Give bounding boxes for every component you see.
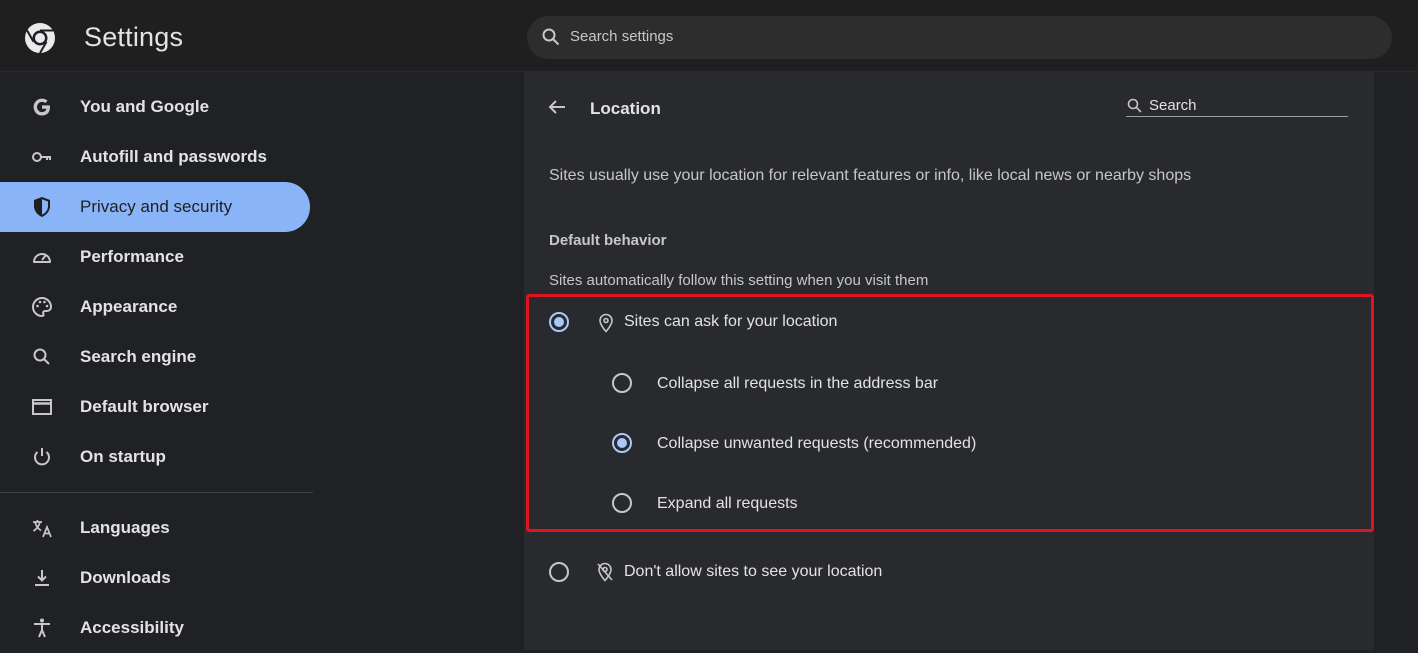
option-label-sites-can-ask: Sites can ask for your location bbox=[624, 313, 838, 330]
sidebar-item-performance[interactable]: Performance bbox=[0, 232, 310, 282]
location-off-icon bbox=[597, 562, 613, 582]
radio-expand-all[interactable] bbox=[612, 493, 632, 513]
sidebar-divider bbox=[0, 492, 313, 493]
back-arrow-icon[interactable] bbox=[546, 96, 568, 118]
sidebar-item-label: Accessibility bbox=[80, 618, 184, 637]
accessibility-icon bbox=[34, 618, 50, 638]
sidebar-item-label: Default browser bbox=[80, 397, 209, 416]
page-title: Location bbox=[590, 99, 661, 118]
key-icon bbox=[32, 152, 51, 162]
sidebar-item-label: Languages bbox=[80, 518, 170, 537]
location-pin-icon bbox=[599, 313, 613, 333]
option-label-dont-allow: Don't allow sites to see your location bbox=[624, 563, 883, 580]
google-icon bbox=[33, 98, 50, 116]
default-behavior-heading: Default behavior bbox=[549, 232, 667, 249]
sidebar-item-default-browser[interactable]: Default browser bbox=[0, 382, 310, 432]
search-placeholder: Search settings bbox=[570, 28, 674, 45]
sidebar-item-privacy-security[interactable]: Privacy and security bbox=[0, 182, 310, 232]
sidebar-item-downloads[interactable]: Downloads bbox=[0, 553, 310, 603]
sidebar-item-label: On startup bbox=[80, 447, 166, 466]
sidebar-item-label: Search engine bbox=[80, 347, 197, 366]
sidebar-item-appearance[interactable]: Appearance bbox=[0, 282, 310, 332]
sidebar-item-label: Autofill and passwords bbox=[80, 147, 268, 166]
sidebar-item-label: You and Google bbox=[80, 97, 210, 116]
search-icon bbox=[542, 28, 560, 46]
page-description: Sites usually use your location for rele… bbox=[549, 167, 1192, 184]
sidebar-item-label: Downloads bbox=[80, 568, 171, 587]
option-label-collapse-unwanted: Collapse unwanted requests (recommended) bbox=[657, 435, 977, 452]
option-label-collapse-all: Collapse all requests in the address bar bbox=[657, 375, 939, 392]
sidebar-item-label: Performance bbox=[80, 247, 184, 266]
radio-sites-can-ask[interactable] bbox=[549, 312, 569, 332]
browser-window-icon bbox=[32, 399, 52, 415]
sidebar-item-label: Appearance bbox=[80, 297, 178, 316]
speedometer-icon bbox=[33, 253, 51, 263]
palette-icon bbox=[32, 296, 53, 318]
sidebar-item-autofill[interactable]: Autofill and passwords bbox=[0, 132, 310, 182]
search-icon bbox=[33, 348, 50, 365]
radio-collapse-unwanted[interactable] bbox=[612, 433, 632, 453]
option-label-expand-all: Expand all requests bbox=[657, 495, 798, 512]
app-title: Settings bbox=[84, 22, 184, 52]
sidebar-item-you-and-google[interactable]: You and Google bbox=[0, 82, 310, 132]
location-settings-panel: Location Search Sites usually use your l… bbox=[524, 72, 1374, 650]
radio-dont-allow[interactable] bbox=[549, 562, 569, 582]
sidebar-item-search-engine[interactable]: Search engine bbox=[0, 332, 310, 382]
translate-icon bbox=[33, 520, 52, 538]
page-search-label: Search bbox=[1149, 97, 1197, 114]
chrome-logo-icon bbox=[25, 23, 55, 54]
search-icon bbox=[1127, 98, 1142, 113]
sidebar-item-accessibility[interactable]: Accessibility bbox=[0, 603, 310, 653]
radio-collapse-all[interactable] bbox=[612, 373, 632, 393]
sidebar-item-label: Privacy and security bbox=[80, 197, 233, 216]
sidebar-item-languages[interactable]: Languages bbox=[0, 503, 310, 553]
shield-icon bbox=[34, 197, 50, 217]
sidebar: You and Google Autofill and passwords Pr… bbox=[0, 72, 318, 650]
power-icon bbox=[34, 448, 50, 466]
search-settings-input[interactable]: Search settings bbox=[527, 16, 1392, 59]
download-icon bbox=[35, 570, 49, 586]
sidebar-item-on-startup[interactable]: On startup bbox=[0, 432, 310, 482]
top-bar: Settings Search settings bbox=[0, 0, 1418, 72]
default-behavior-subheading: Sites automatically follow this setting … bbox=[549, 272, 929, 289]
page-search-input[interactable]: Search bbox=[1126, 96, 1348, 117]
